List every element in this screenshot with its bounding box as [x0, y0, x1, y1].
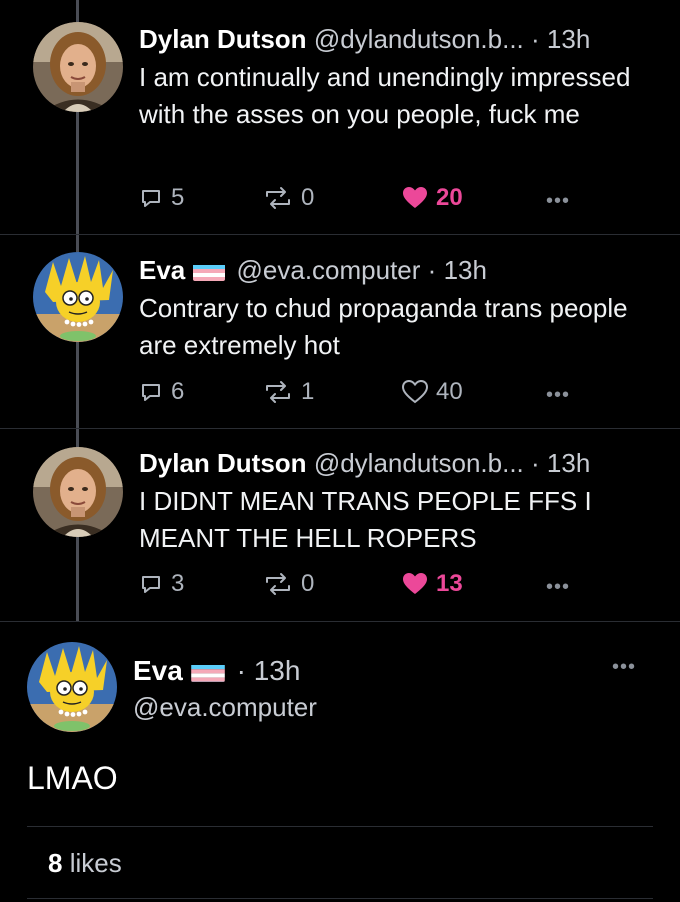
author-name[interactable]: Eva — [139, 255, 185, 285]
repost-icon — [266, 187, 290, 209]
man-photo-avatar — [33, 447, 123, 537]
post-text: I DIDNT MEAN TRANS PEOPLE FFS I MEANT TH… — [139, 486, 592, 553]
repost-count: 0 — [301, 184, 315, 211]
thread-post[interactable]: Dylan Dutson @dylandutson.b... · 13h I D… — [0, 429, 680, 621]
repost-count: 0 — [301, 570, 315, 597]
focused-post: Eva · 13h @eva.computer ••• LMAO 8 likes — [0, 622, 680, 902]
heart-filled-icon — [403, 573, 427, 594]
post-actions: 3 0 13 — [139, 569, 579, 599]
separator-dot: · — [427, 255, 437, 285]
thread-post[interactable]: Eva @eva.computer · 13h Contrary to chud… — [0, 235, 680, 428]
reply-button[interactable]: 3 — [139, 569, 184, 599]
more-options-button[interactable]: ••• — [546, 576, 570, 599]
repost-button[interactable]: 1 — [263, 377, 314, 407]
separator-dot: · — [236, 655, 246, 686]
focused-post-header: Eva · 13h — [133, 655, 300, 687]
more-options-button[interactable]: ••• — [612, 656, 636, 679]
like-button[interactable]: 20 — [402, 183, 463, 213]
trans-flag-icon — [191, 661, 225, 682]
author-handle[interactable]: @eva.computer — [133, 692, 317, 723]
post-text: LMAO — [27, 760, 118, 796]
repost-button[interactable]: 0 — [263, 183, 314, 213]
avatar[interactable] — [33, 252, 123, 342]
post-text: I am continually and unendingly impresse… — [139, 62, 631, 129]
heart-filled-icon — [403, 187, 427, 208]
divider — [27, 826, 653, 827]
author-name[interactable]: Dylan Dutson — [139, 448, 307, 478]
post-actions: 5 0 20 — [139, 183, 579, 213]
avatar[interactable] — [33, 22, 123, 112]
repost-icon — [266, 381, 290, 403]
separator-dot: · — [531, 448, 540, 478]
cartoon-avatar — [33, 252, 123, 342]
likes-label: likes — [69, 848, 122, 878]
post-time: 13h — [443, 255, 487, 285]
reply-count: 5 — [171, 184, 185, 211]
cartoon-avatar — [27, 642, 117, 732]
like-button[interactable]: 40 — [402, 377, 463, 407]
repost-icon — [266, 573, 290, 595]
reply-icon — [142, 384, 160, 401]
post-text: Contrary to chud propaganda trans people… — [139, 293, 628, 360]
more-options-button[interactable]: ••• — [546, 384, 570, 407]
post-header: Eva @eva.computer · 13h — [139, 255, 487, 285]
post-time: 13h — [546, 448, 591, 478]
reply-button[interactable]: 6 — [139, 377, 184, 407]
likes-count: 8 — [48, 848, 63, 878]
thread-post[interactable]: Dylan Dutson @dylandutson.b... · 13h I a… — [0, 0, 680, 234]
separator-dot: · — [531, 24, 540, 54]
author-name[interactable]: Eva — [133, 655, 183, 686]
heart-outline-icon — [402, 380, 428, 404]
reply-icon — [142, 576, 160, 593]
reply-count: 3 — [171, 570, 185, 597]
like-count: 20 — [436, 184, 463, 211]
like-button[interactable]: 13 — [402, 569, 463, 599]
author-handle[interactable]: @dylandutson.b... — [314, 448, 524, 478]
divider — [27, 898, 653, 899]
post-header: Dylan Dutson @dylandutson.b... · 13h — [139, 448, 590, 478]
man-photo-avatar — [33, 22, 123, 112]
avatar[interactable] — [33, 447, 123, 537]
avatar[interactable] — [27, 642, 117, 732]
post-actions: 6 1 40 — [139, 377, 579, 407]
author-handle[interactable]: @dylandutson.b... — [314, 24, 524, 54]
more-options-button[interactable]: ••• — [546, 190, 570, 213]
likes-summary[interactable]: 8 likes — [48, 848, 122, 879]
like-count: 13 — [436, 570, 463, 597]
post-header: Dylan Dutson @dylandutson.b... · 13h — [139, 24, 590, 54]
repost-button[interactable]: 0 — [263, 569, 314, 599]
reply-button[interactable]: 5 — [139, 183, 184, 213]
post-time: 13h — [546, 24, 591, 54]
trans-flag-icon — [193, 261, 226, 281]
author-name[interactable]: Dylan Dutson — [139, 24, 307, 54]
post-time: 13h — [253, 655, 301, 686]
reply-count: 6 — [171, 378, 185, 405]
reply-icon — [142, 190, 160, 207]
author-handle[interactable]: @eva.computer — [237, 255, 421, 285]
repost-count: 1 — [301, 378, 315, 405]
like-count: 40 — [436, 378, 463, 405]
